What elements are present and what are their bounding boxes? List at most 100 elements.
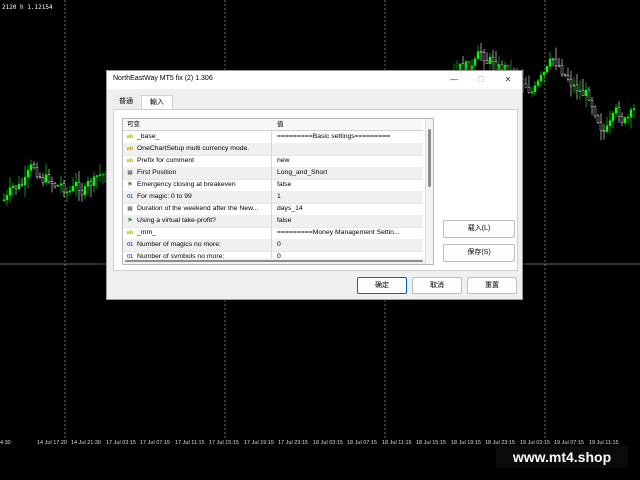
candle-body (8, 187, 12, 196)
time-axis-label: 17 Jul 03:15 (106, 440, 136, 446)
candle-body (545, 66, 549, 73)
string-param-icon: ab (126, 134, 134, 140)
candle-body (530, 91, 534, 94)
param-value[interactable]: 1 (277, 191, 423, 203)
candle-body (44, 174, 48, 183)
reset-button[interactable]: 重置 (467, 277, 517, 294)
bool-param-icon: ⚑ (127, 182, 133, 188)
candle-body (59, 183, 63, 186)
ok-button[interactable]: 确定 (357, 277, 407, 294)
candle-body (617, 107, 621, 117)
cancel-button[interactable]: 取消 (412, 277, 462, 294)
title-bar: NorthEastWay MT5 fix (2) 1.306 — ☐ ✕ (107, 71, 522, 89)
candle-body (17, 183, 21, 190)
candle-body (14, 185, 18, 190)
param-value[interactable]: 0 (277, 239, 423, 251)
param-name-cell: ab OneChartSetup multi currency mode. (123, 143, 272, 155)
column-header-value[interactable]: 值 (277, 119, 284, 130)
param-value[interactable]: =========Basic settings========= (277, 131, 423, 143)
load-button[interactable]: 载入(L) (443, 220, 515, 238)
dialog-title: NorthEastWay MT5 fix (2) 1.306 (113, 75, 213, 82)
candle-body (80, 190, 84, 196)
candle-body (485, 60, 489, 64)
candle-body (68, 190, 72, 193)
param-value[interactable]: Long_and_Short (277, 167, 423, 179)
vertical-scrollbar[interactable] (425, 119, 433, 264)
candle-body (77, 181, 81, 191)
minimize-icon[interactable]: — (443, 73, 465, 87)
candle-body (557, 65, 561, 67)
string-param-icon: ab (126, 230, 134, 236)
enum-param-icon: ▤ (127, 170, 133, 176)
param-value[interactable]: =========Money Management Settin... (277, 227, 423, 239)
candle-body (533, 85, 537, 93)
candle-body (83, 186, 87, 196)
horizontal-scrollbar[interactable] (123, 258, 425, 264)
properties-dialog: NorthEastWay MT5 fix (2) 1.306 — ☐ ✕ 普通 … (106, 70, 523, 300)
param-value[interactable]: false (277, 215, 423, 227)
candle-body (476, 51, 480, 60)
number-param-icon: 01 (126, 242, 134, 248)
time-axis-label: 18 Jul 19:15 (451, 440, 481, 446)
candle-body (596, 115, 600, 123)
param-value[interactable]: new (277, 155, 423, 167)
param-name-cell: ⚑ Using a virtual take-profit? (123, 215, 272, 227)
candle-body (548, 58, 552, 67)
candle-body (542, 71, 546, 76)
candle-body (35, 167, 39, 177)
candle-body (29, 164, 33, 171)
candle-body (71, 186, 75, 192)
candle-body (605, 125, 609, 132)
candle-body (479, 51, 483, 53)
param-name-cell: 01 Number of magics no more: (123, 239, 272, 251)
time-axis-label: 14 Jul 21:30 (71, 440, 101, 446)
maximize-icon[interactable]: ☐ (470, 73, 492, 87)
candle-body (503, 64, 507, 70)
param-value[interactable]: false (277, 179, 423, 191)
candle-body (23, 176, 27, 186)
tab-common[interactable]: 普通 (113, 95, 139, 108)
param-name-cell: ▤ Duration of the weekend after the New..… (123, 203, 272, 215)
time-axis-label: 17 Jul 07:15 (140, 440, 170, 446)
param-name-cell: ab Prefix for comment (123, 155, 272, 167)
scroll-thumb[interactable] (125, 260, 423, 262)
param-name-cell: ⚑ Emergency closing at breakeven (123, 179, 272, 191)
candle-body (611, 112, 615, 121)
column-header-name[interactable]: 可变 (127, 119, 140, 130)
candle-body (86, 181, 90, 187)
enum-param-icon: ▤ (127, 206, 133, 212)
candle-body (551, 58, 555, 61)
candle-body (56, 185, 60, 187)
candle-body (98, 174, 102, 177)
time-axis-label: 17 Jul 11:15 (175, 440, 205, 446)
candle-body (50, 181, 54, 184)
watermark: www.mt4.shop (496, 446, 628, 468)
candle-body (74, 181, 78, 187)
time-axis-label: 17 Jul 19:15 (244, 440, 274, 446)
candle-body (2, 199, 6, 202)
scroll-thumb[interactable] (428, 129, 431, 187)
param-name: Duration of the weekend after the New... (137, 205, 259, 212)
candle-body (527, 87, 531, 93)
candle-body (590, 99, 594, 108)
candle-body (32, 164, 36, 168)
candle-body (494, 61, 498, 71)
grid-header: 可变 值 (123, 119, 423, 131)
save-button[interactable]: 保存(S) (443, 244, 515, 262)
candle-body (629, 109, 633, 118)
param-value[interactable]: days_14 (277, 203, 423, 215)
time-axis-label: 17 Jul 15:15 (209, 440, 239, 446)
candle-body (614, 107, 618, 114)
param-name: Using a virtual take-profit? (137, 217, 216, 224)
close-icon[interactable]: ✕ (497, 73, 519, 87)
tab-inputs[interactable]: 輸入 (141, 95, 173, 109)
param-value[interactable] (277, 143, 423, 155)
param-name-cell: ▤ First Position (123, 167, 272, 179)
string-param-icon: ab (126, 158, 134, 164)
candle-body (482, 52, 486, 61)
candle-body (491, 56, 495, 62)
candle-body (593, 106, 597, 117)
candle-body (620, 116, 624, 123)
candle-body (524, 83, 528, 88)
candle-body (602, 130, 606, 132)
